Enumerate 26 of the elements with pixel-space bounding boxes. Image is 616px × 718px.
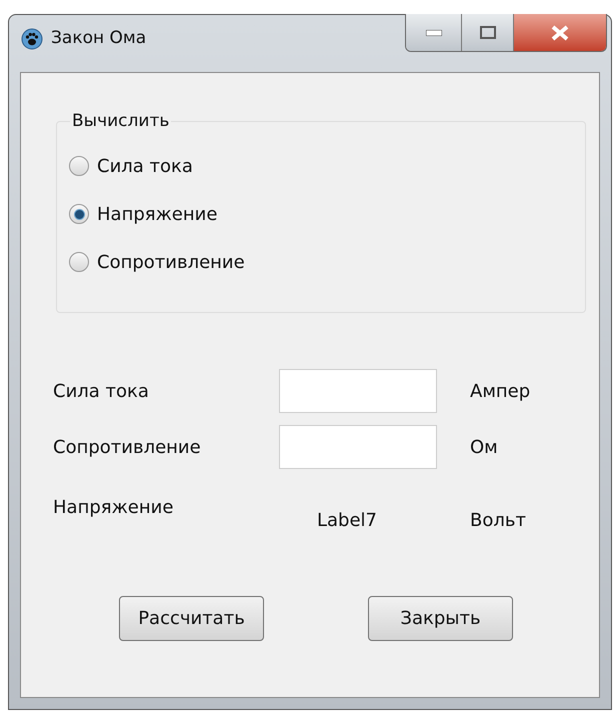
group-title: Вычислить	[71, 110, 170, 133]
field-label: Сила тока	[53, 380, 150, 404]
maximize-icon	[480, 26, 496, 39]
input-field[interactable]	[279, 369, 437, 413]
dialog-button[interactable]: Рассчитать	[119, 596, 264, 641]
input-field[interactable]	[279, 425, 437, 469]
radio-label: Сопротивление	[97, 250, 245, 274]
radio-button[interactable]	[69, 156, 89, 176]
radio-label: Напряжение	[97, 202, 218, 226]
paw-icon	[21, 28, 43, 50]
close-icon	[551, 24, 569, 40]
radio-label: Сила тока	[97, 154, 193, 178]
unit-label: Ампер	[470, 380, 532, 404]
result-label: Label7	[317, 509, 378, 533]
radio-button[interactable]	[69, 204, 89, 224]
close-button[interactable]	[514, 14, 606, 51]
maximize-button[interactable]	[462, 14, 514, 51]
window-title: Закон Ома	[51, 27, 146, 50]
dialog-button[interactable]: Закрыть	[368, 596, 513, 641]
radio-button[interactable]	[69, 252, 89, 272]
unit-label: Ом	[470, 436, 499, 460]
minimize-button[interactable]	[406, 14, 462, 51]
field-label: Сопротивление	[53, 436, 202, 460]
unit-label: Вольт	[470, 509, 527, 533]
minimize-icon	[426, 30, 442, 36]
field-label: Напряжение	[53, 496, 174, 520]
